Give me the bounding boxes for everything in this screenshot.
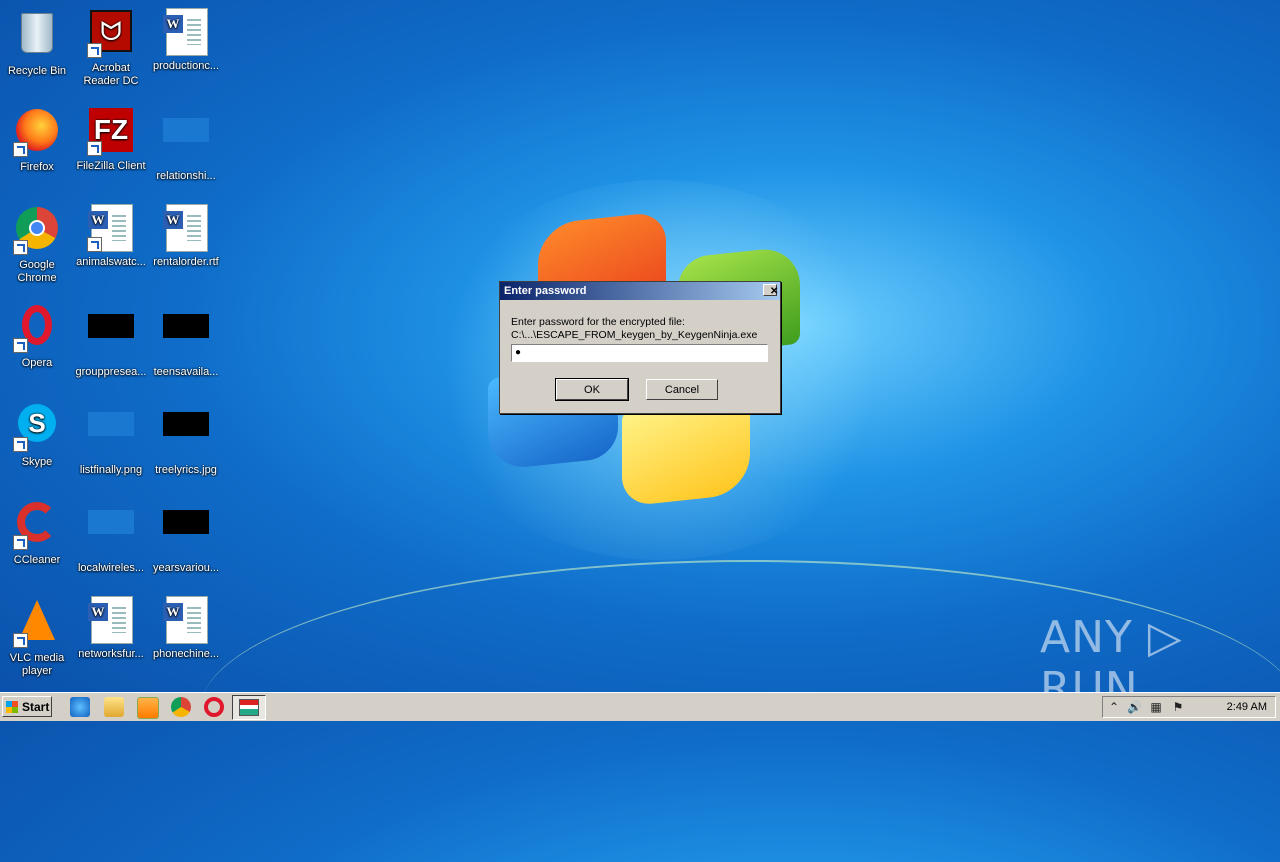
image-thumbnail-icon [162, 510, 210, 558]
firefox-icon [13, 109, 61, 157]
desktop-icon-treelyrics[interactable]: treelyrics.jpg [149, 400, 223, 477]
desktop-icon-label: networksfur... [78, 648, 144, 660]
start-button[interactable]: Start [2, 696, 52, 717]
desktop-icon-label: Google Chrome [17, 259, 57, 284]
recycle-bin-icon [13, 13, 61, 61]
show-hidden-icons-icon[interactable]: ⌃ [1107, 700, 1121, 714]
desktop-icon-filezilla[interactable]: FZ FileZilla Client [74, 106, 148, 173]
desktop-icon-label: listfinally.png [79, 464, 143, 476]
chrome-icon [13, 207, 61, 255]
desktop-icon-label: phonechine... [152, 648, 220, 660]
desktop-icon-acrobat[interactable]: ᗢ Acrobat Reader DC [74, 8, 148, 88]
shortcut-arrow-icon [87, 141, 102, 156]
desktop-icon-chrome[interactable]: Google Chrome [0, 204, 74, 285]
folder-icon[interactable] [104, 697, 124, 717]
word-document-icon: W [162, 8, 210, 56]
ok-button[interactable]: OK [555, 378, 629, 401]
image-thumbnail-icon [162, 118, 210, 166]
desktop-icon-label: Skype [21, 456, 53, 468]
desktop-icon-label: teensavaila... [153, 366, 219, 378]
desktop-icon-label: relationshi... [156, 170, 216, 182]
desktop-icon-listfinally[interactable]: listfinally.png [74, 400, 148, 477]
internet-explorer-icon[interactable] [70, 697, 90, 717]
desktop-icon-relationship[interactable]: relationshi... [149, 106, 223, 183]
desktop-icon-label: VLC media player [9, 652, 65, 677]
acrobat-icon: ᗢ [87, 10, 135, 58]
desktop-icon-label: CCleaner [13, 554, 61, 566]
password-dialog: Enter password ✕ Enter password for the … [499, 281, 781, 414]
desktop-icon-label: Acrobat Reader DC [83, 62, 139, 87]
desktop-icon-label: yearsvariou... [152, 562, 220, 574]
desktop-icon-label: productionc... [152, 60, 220, 72]
desktop-icon-label: animalswatc... [76, 256, 146, 268]
windows-logo-icon [6, 701, 18, 713]
network-icon[interactable]: ▦ [1149, 700, 1163, 714]
word-document-icon: W [162, 204, 210, 252]
shortcut-arrow-icon [13, 633, 28, 648]
desktop-icon-label: Opera [21, 357, 53, 369]
clock[interactable]: 2:49 AM [1227, 697, 1267, 717]
close-icon[interactable]: ✕ [763, 284, 778, 297]
taskbar-active-app[interactable] [232, 695, 266, 720]
ccleaner-icon [13, 502, 61, 550]
dialog-prompt: Enter password for the encrypted file: C… [511, 316, 757, 342]
desktop-icon-label: treelyrics.jpg [155, 464, 217, 476]
desktop-icon-phonechine[interactable]: W phonechine... [149, 596, 223, 661]
image-thumbnail-icon [87, 510, 135, 558]
desktop-icon-label: Firefox [20, 161, 54, 173]
desktop-icon-label: rentalorder.rtf [153, 256, 219, 268]
desktop-icon-firefox[interactable]: Firefox [0, 106, 74, 174]
shortcut-arrow-icon [13, 437, 28, 452]
desktop-icon-teensavaila[interactable]: teensavaila... [149, 302, 223, 379]
prompt-file-path: C:\...\ESCAPE_FROM_keygen_by_KeygenNinja… [511, 329, 758, 341]
password-input[interactable]: ● [511, 344, 768, 362]
image-thumbnail-icon [162, 412, 210, 460]
desktop-icon-label: grouppresea... [75, 366, 147, 378]
vlc-cone-icon [13, 600, 61, 648]
archive-app-icon [239, 699, 259, 716]
opera-icon [13, 305, 61, 353]
prompt-line-1: Enter password for the encrypted file: [511, 316, 685, 328]
dialog-title: Enter password [504, 285, 587, 297]
image-thumbnail-icon [87, 314, 135, 362]
skype-icon: S [13, 404, 61, 452]
desktop-icon-vlc[interactable]: VLC media player [0, 596, 74, 678]
cancel-button[interactable]: Cancel [646, 379, 718, 400]
desktop-icon-label: localwireles... [77, 562, 145, 574]
shortcut-arrow-icon [87, 43, 102, 58]
desktop-icon-networksfur[interactable]: W networksfur... [74, 596, 148, 661]
image-thumbnail-icon [162, 314, 210, 362]
action-center-flag-icon[interactable]: ⚑ [1171, 700, 1185, 714]
shortcut-arrow-icon [13, 240, 28, 255]
taskbar: Start ⌃ 🔊 ▦ ⚑ 2:49 AM [0, 692, 1280, 721]
word-document-icon: W [87, 596, 135, 644]
desktop-icon-label: FileZilla Client [76, 160, 146, 172]
chrome-icon[interactable] [171, 697, 191, 717]
desktop-icon-rentalorder[interactable]: W rentalorder.rtf [149, 204, 223, 269]
desktop-icon-recycle-bin[interactable]: Recycle Bin [0, 8, 74, 78]
start-label: Start [22, 700, 50, 714]
media-player-icon[interactable] [137, 697, 159, 719]
desktop-icon-yearsvariou[interactable]: yearsvariou... [149, 498, 223, 575]
desktop-icon-label: Recycle Bin [7, 65, 67, 77]
word-document-icon: W [87, 204, 135, 252]
desktop-icon-opera[interactable]: Opera [0, 302, 74, 370]
desktop-icon-skype[interactable]: S Skype [0, 400, 74, 469]
shortcut-arrow-icon [13, 535, 28, 550]
desktop-icon-localwireles[interactable]: localwireles... [74, 498, 148, 575]
shortcut-arrow-icon [13, 338, 28, 353]
shortcut-arrow-icon [87, 237, 102, 252]
system-tray: ⌃ 🔊 ▦ ⚑ 2:49 AM [1102, 696, 1276, 718]
desktop-icon-grouppresea[interactable]: grouppresea... [74, 302, 148, 379]
desktop-icon-animals[interactable]: W animalswatc... [74, 204, 148, 269]
volume-icon[interactable]: 🔊 [1127, 700, 1142, 714]
desktop-icon-production[interactable]: W productionc... [149, 8, 223, 73]
word-document-icon: W [162, 596, 210, 644]
shortcut-arrow-icon [13, 142, 28, 157]
desktop-icon-ccleaner[interactable]: CCleaner [0, 498, 74, 567]
image-thumbnail-icon [87, 412, 135, 460]
filezilla-icon: FZ [87, 108, 135, 156]
dialog-title-bar[interactable]: Enter password ✕ [500, 282, 780, 300]
opera-icon[interactable] [204, 697, 224, 717]
